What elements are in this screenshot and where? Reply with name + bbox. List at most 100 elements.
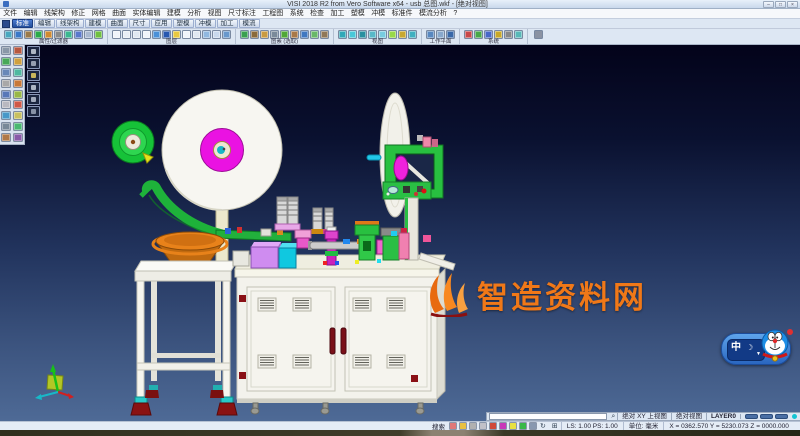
ime-mode-indicator[interactable]: 中 (731, 342, 741, 353)
toolbar-icon-3-1[interactable] (348, 30, 357, 39)
grid-icon[interactable]: ⊞ (552, 422, 558, 430)
toolbar-icon-1-4[interactable] (152, 30, 161, 39)
toolbar-icon-3-0[interactable] (338, 30, 347, 39)
toolbar-icon-2-1[interactable] (250, 30, 259, 39)
machine-cabinet[interactable] (235, 255, 445, 414)
menu-item-18[interactable]: 模流分析 (416, 9, 450, 19)
sidebar-tool-icon-5[interactable] (13, 68, 23, 77)
window-button-0[interactable]: – (763, 1, 774, 8)
ribbon-tab-1[interactable]: 编辑 (34, 19, 55, 28)
toolbar-icon-5-1[interactable] (474, 30, 483, 39)
sidebar-tool-icon-6[interactable] (1, 79, 11, 88)
sidebar-tool-icon-9[interactable] (13, 90, 23, 99)
sidebar-tool-icon-0[interactable] (1, 46, 11, 55)
sidebar-tool-icon-10[interactable] (1, 100, 11, 109)
toolbar-icon-3-4[interactable] (378, 30, 387, 39)
toolbar-icon-3-3[interactable] (368, 30, 377, 39)
snap-icon-1[interactable] (459, 422, 467, 430)
toolbar-icon-0-2[interactable] (24, 30, 33, 39)
menu-item-5[interactable]: 曲面 (109, 9, 129, 19)
toolbar-icon-5-4[interactable] (504, 30, 513, 39)
menu-item-16[interactable]: 冲模 (368, 9, 388, 19)
toolbar-icon-1-6[interactable] (172, 30, 181, 39)
toolbar-icon-5-2[interactable] (484, 30, 493, 39)
ribbon-overflow-button[interactable] (2, 20, 10, 28)
menu-item-13[interactable]: 检查 (307, 9, 327, 19)
ribbon-tab-8[interactable]: 冲模 (195, 19, 216, 28)
toolbar-icon-4-2[interactable] (446, 30, 455, 39)
snap-icon-6[interactable] (509, 422, 517, 430)
ribbon-tab-4[interactable]: 曲面 (107, 19, 128, 28)
toolbar-icon-3-2[interactable] (358, 30, 367, 39)
refresh-icon[interactable]: ↻ (540, 422, 546, 430)
status-search-input[interactable] (489, 413, 607, 420)
toolbar-extra-icon[interactable] (534, 30, 543, 39)
menu-item-11[interactable]: 工程图 (259, 9, 286, 19)
toolbar-icon-1-0[interactable] (112, 30, 121, 39)
menu-item-4[interactable]: 网格 (89, 9, 109, 19)
menu-item-6[interactable]: 实体编辑 (129, 9, 163, 19)
toolbar-icon-5-5[interactable] (514, 30, 523, 39)
toolbar-icon-2-0[interactable] (240, 30, 249, 39)
toolbar-icon-0-8[interactable] (84, 30, 93, 39)
menu-item-15[interactable]: 塑模 (348, 9, 368, 19)
toolbar-icon-1-8[interactable] (192, 30, 201, 39)
sidebar-tool-icon-7[interactable] (13, 79, 23, 88)
toolbar-icon-1-9[interactable] (202, 30, 211, 39)
toolbar-icon-0-4[interactable] (44, 30, 53, 39)
toolbar-icon-1-3[interactable] (142, 30, 151, 39)
toolbar-icon-2-2[interactable] (260, 30, 269, 39)
moon-icon[interactable]: ☽ (746, 343, 753, 352)
menu-item-8[interactable]: 分析 (184, 9, 204, 19)
ribbon-tab-6[interactable]: 应用 (151, 19, 172, 28)
toolbar-icon-5-0[interactable] (464, 30, 473, 39)
toolbar-icon-0-6[interactable] (64, 30, 73, 39)
toolbar-icon-2-5[interactable] (290, 30, 299, 39)
view-button-2[interactable] (27, 70, 40, 81)
toolbar-icon-2-7[interactable] (310, 30, 319, 39)
ime-toolbar[interactable]: 中☽ ▼ (721, 333, 791, 365)
menu-item-19[interactable]: ? (450, 9, 460, 19)
toolbar-icon-0-7[interactable] (74, 30, 83, 39)
toolbar-icon-4-1[interactable] (436, 30, 445, 39)
sidebar-tool-icon-13[interactable] (13, 111, 23, 120)
sidebar-tool-icon-3[interactable] (13, 57, 23, 66)
status-swatch-0[interactable] (745, 414, 758, 419)
toolbar-icon-3-6[interactable] (398, 30, 407, 39)
sidebar-tool-icon-12[interactable] (1, 111, 11, 120)
large-reel[interactable] (162, 90, 282, 210)
snap-icon-0[interactable] (449, 422, 457, 430)
menu-item-2[interactable]: 线架构 (41, 9, 68, 19)
sidebar-tool-icon-16[interactable] (1, 133, 11, 142)
ribbon-tab-9[interactable]: 加工 (217, 19, 238, 28)
toolbar-icon-0-0[interactable] (4, 30, 13, 39)
menu-item-0[interactable]: 文件 (0, 9, 20, 19)
bowl-stand[interactable] (131, 261, 237, 415)
toolbar-icon-3-7[interactable] (408, 30, 417, 39)
view-button-3[interactable] (27, 82, 40, 93)
snap-icon-7[interactable] (519, 422, 527, 430)
menu-item-3[interactable]: 修正 (68, 9, 88, 19)
window-button-1[interactable]: □ (775, 1, 786, 8)
snap-icon-3[interactable] (479, 422, 487, 430)
toolbar-icon-1-1[interactable] (122, 30, 131, 39)
toolbar-icon-2-3[interactable] (270, 30, 279, 39)
machine-model[interactable] (25, 45, 800, 421)
ribbon-tab-5[interactable]: 尺寸 (129, 19, 150, 28)
toolbar-icon-0-5[interactable] (54, 30, 63, 39)
menu-item-1[interactable]: 编辑 (20, 9, 40, 19)
sidebar-tool-icon-2[interactable] (1, 57, 11, 66)
workplane-indicator[interactable]: 绝对 XY 上视图 (617, 412, 671, 421)
toolbar-icon-4-0[interactable] (426, 30, 435, 39)
toolbar-icon-1-2[interactable] (132, 30, 141, 39)
toolbar-icon-2-8[interactable] (320, 30, 329, 39)
search-icon[interactable]: ⌕ (611, 413, 615, 420)
menu-item-7[interactable]: 建模 (164, 9, 184, 19)
ribbon-tab-3[interactable]: 建模 (85, 19, 106, 28)
view-button-4[interactable] (27, 94, 40, 105)
window-button-2[interactable]: × (787, 1, 798, 8)
menu-item-14[interactable]: 加工 (327, 9, 347, 19)
toolbar-icon-0-3[interactable] (34, 30, 43, 39)
toolbar-icon-1-10[interactable] (212, 30, 221, 39)
view-indicator[interactable]: 绝对视图 (671, 412, 706, 421)
